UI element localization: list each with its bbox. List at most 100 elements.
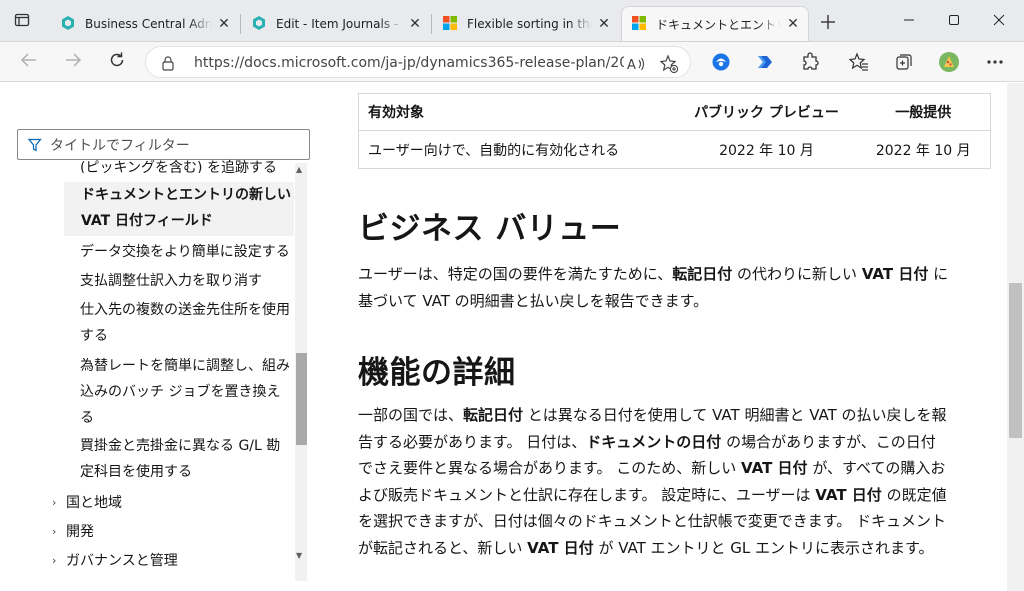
extensions-icon[interactable] bbox=[797, 49, 823, 75]
heading-business-value: ビジネス バリュー bbox=[358, 211, 622, 247]
text-run: 基づいて VAT の明細書と払い戻しを報告できます。 bbox=[358, 291, 709, 310]
toc-item-label: データ交換をより簡単に設定する bbox=[80, 244, 290, 260]
text-run: でさえ要件と異なる場合があります。 このため、新しい bbox=[358, 459, 742, 477]
close-icon bbox=[993, 11, 1005, 30]
toc-item[interactable]: 支払調整仕訳入力を取り消す bbox=[80, 268, 309, 294]
heading-feature-details: 機能の詳細 bbox=[358, 355, 516, 391]
text-run: よび販売ドキュメントと仕訳に存在します。 設定時に、ユーザーは bbox=[358, 485, 816, 504]
minimize-button[interactable] bbox=[886, 0, 932, 40]
text-run-bold: VAT 日付 bbox=[527, 538, 594, 557]
table-of-contents: (ピッキングを含む) を追跡する ドキュメントとエントリの新しい VAT 日付フ… bbox=[17, 159, 309, 591]
tab-title: Business Central Admin bbox=[85, 17, 212, 31]
text-run: ユーザーは、特定の国の要件を満たすために、 bbox=[358, 265, 673, 283]
profile-avatar-icon[interactable] bbox=[936, 49, 962, 75]
address-bar[interactable]: https://docs.microsoft.com/ja-jp/dynamic… bbox=[145, 46, 691, 78]
tab-business-central-admin[interactable]: Business Central Admin ✕ bbox=[50, 6, 240, 42]
toc-item[interactable]: (ピッキングを含む) を追跡する bbox=[80, 159, 309, 173]
page-scrollbar-thumb[interactable] bbox=[1009, 283, 1022, 438]
toc-item-label: 込みのバッチ ジョブを置き換え bbox=[80, 384, 281, 400]
favorites-icon[interactable] bbox=[846, 49, 872, 75]
more-options-icon[interactable] bbox=[982, 49, 1008, 75]
chevron-right-icon: › bbox=[52, 496, 57, 509]
toc-parent-label: 開発 bbox=[66, 524, 94, 540]
collections-icon[interactable] bbox=[891, 49, 917, 75]
refresh-button[interactable] bbox=[102, 47, 132, 77]
back-button[interactable] bbox=[14, 47, 44, 77]
table-cell: ユーザー向けで、自動的に有効化される bbox=[368, 142, 620, 159]
tab-document-vat-date[interactable]: ドキュメントとエントリの新し ✕ bbox=[621, 6, 809, 42]
tab-flexible-sorting[interactable]: Flexible sorting in the P ✕ bbox=[432, 6, 620, 42]
tab-title: ドキュメントとエントリの新し bbox=[656, 17, 781, 32]
microsoft-icon bbox=[631, 15, 647, 34]
forward-button[interactable] bbox=[58, 47, 88, 77]
text-run: の既定値 bbox=[881, 485, 947, 504]
tab-actions-button[interactable] bbox=[8, 9, 36, 35]
tab-strip: Business Central Admin ✕ Edit - Item Jou… bbox=[0, 0, 1024, 42]
arrow-extension-icon[interactable] bbox=[752, 49, 778, 75]
edge-extension-icon[interactable] bbox=[708, 49, 734, 75]
text-run: を選択できますが、日付は個々のドキュメントと仕訳帳で変更できます。 ドキュメント bbox=[358, 512, 946, 530]
chevron-right-icon: › bbox=[52, 554, 57, 567]
toc-item-label: 買掛金と売掛金に異なる G/L 勘 bbox=[80, 438, 281, 454]
column-header: 有効対象 bbox=[358, 93, 677, 131]
chevron-right-icon: › bbox=[52, 525, 57, 538]
tab-close-icon[interactable]: ✕ bbox=[596, 16, 612, 32]
text-run-bold: VAT 日付 bbox=[861, 265, 929, 283]
toc-parent-countries[interactable]: › 国と地域 bbox=[52, 490, 122, 516]
dynamics-icon bbox=[251, 15, 267, 34]
microsoft-icon bbox=[442, 15, 458, 34]
paragraph-business-value: ユーザーは、特定の国の要件を満たすために、転記日付 の代わりに新しい VAT 日… bbox=[358, 261, 990, 314]
title-filter-input[interactable]: タイトルでフィルター bbox=[17, 129, 310, 160]
toc-item[interactable]: 買掛金と売掛金に異なる G/L 勘 定科目を使用する bbox=[80, 433, 309, 485]
toc-item[interactable]: データ交換をより簡単に設定する bbox=[80, 239, 309, 265]
toc-parent-development[interactable]: › 開発 bbox=[52, 519, 94, 545]
tab-close-icon[interactable]: ✕ bbox=[407, 16, 423, 32]
text-run-bold: VAT 日付 bbox=[741, 459, 808, 477]
scroll-down-icon[interactable]: ▼ bbox=[296, 551, 302, 560]
refresh-icon bbox=[108, 51, 126, 73]
text-run: 一部の国では、 bbox=[358, 406, 464, 424]
text-run: が VAT エントリと GL エントリに表示されます。 bbox=[593, 538, 934, 557]
tab-close-icon[interactable]: ✕ bbox=[785, 16, 801, 32]
toc-item-label: 仕入先の複数の送金先住所を使用 bbox=[80, 302, 290, 318]
arrow-right-icon bbox=[64, 51, 82, 73]
lock-icon[interactable] bbox=[161, 55, 175, 75]
text-run: 告する必要があります。 日付は、 bbox=[358, 432, 587, 451]
text-run: に bbox=[928, 265, 949, 283]
page-content: タイトルでフィルター (ピッキングを含む) を追跡する ドキュメントとエントリの… bbox=[0, 83, 1024, 591]
text-run: の代わりに新しい bbox=[732, 265, 862, 283]
column-header: パブリック プレビュー bbox=[676, 93, 857, 131]
toc-parent-label: ガバナンスと管理 bbox=[66, 553, 178, 569]
column-header: 一般提供 bbox=[856, 93, 991, 131]
toc-scrollbar-thumb[interactable] bbox=[296, 353, 307, 445]
new-tab-button[interactable] bbox=[814, 9, 842, 37]
text-run-bold: 転記日付 bbox=[463, 406, 524, 424]
url-text[interactable]: https://docs.microsoft.com/ja-jp/dynamic… bbox=[194, 55, 624, 71]
tab-close-icon[interactable]: ✕ bbox=[216, 16, 232, 32]
toc-item[interactable]: 為替レートを簡単に調整し、組み 込みのバッチ ジョブを置き換え る bbox=[80, 353, 309, 431]
text-run: の場合がありますが、この日付 bbox=[721, 432, 936, 451]
table-row: ユーザー向けで、自動的に有効化される 2022 年 10 月 2022 年 10… bbox=[359, 131, 991, 169]
toc-parent-governance[interactable]: › ガバナンスと管理 bbox=[52, 548, 178, 574]
text-run: が転記されると、新しい bbox=[358, 538, 528, 557]
toc-item-active[interactable]: ドキュメントとエントリの新しい VAT 日付フィールド bbox=[64, 182, 294, 236]
minimize-icon bbox=[903, 11, 915, 30]
tab-title: Flexible sorting in the P bbox=[467, 17, 592, 31]
tab-edit-item-journals[interactable]: Edit - Item Journals - Dy ✕ bbox=[241, 6, 431, 42]
tab-actions-icon bbox=[14, 12, 30, 32]
read-aloud-icon[interactable]: A bbox=[625, 53, 647, 75]
tab-title: Edit - Item Journals - Dy bbox=[276, 17, 403, 31]
text-run: とは異なる日付を使用して VAT 明細書と VAT の払い戻しを報 bbox=[523, 406, 947, 424]
toc-item[interactable]: 仕入先の複数の送金先住所を使用 する bbox=[80, 297, 309, 349]
maximize-button[interactable] bbox=[931, 0, 977, 40]
filter-icon bbox=[28, 138, 42, 152]
paragraph-feature-details: 一部の国では、転記日付 とは異なる日付を使用して VAT 明細書と VAT の払… bbox=[358, 402, 990, 561]
table-cell: 2022 年 10 月 bbox=[875, 142, 971, 159]
add-favorite-icon[interactable] bbox=[658, 53, 680, 75]
toc-item-label: る bbox=[80, 410, 94, 426]
arrow-left-icon bbox=[20, 51, 38, 73]
close-window-button[interactable] bbox=[976, 0, 1022, 40]
toc-parent-label: 国と地域 bbox=[66, 495, 122, 511]
scroll-up-icon[interactable]: ▲ bbox=[296, 165, 302, 174]
text-run-bold: 転記日付 bbox=[672, 265, 733, 283]
